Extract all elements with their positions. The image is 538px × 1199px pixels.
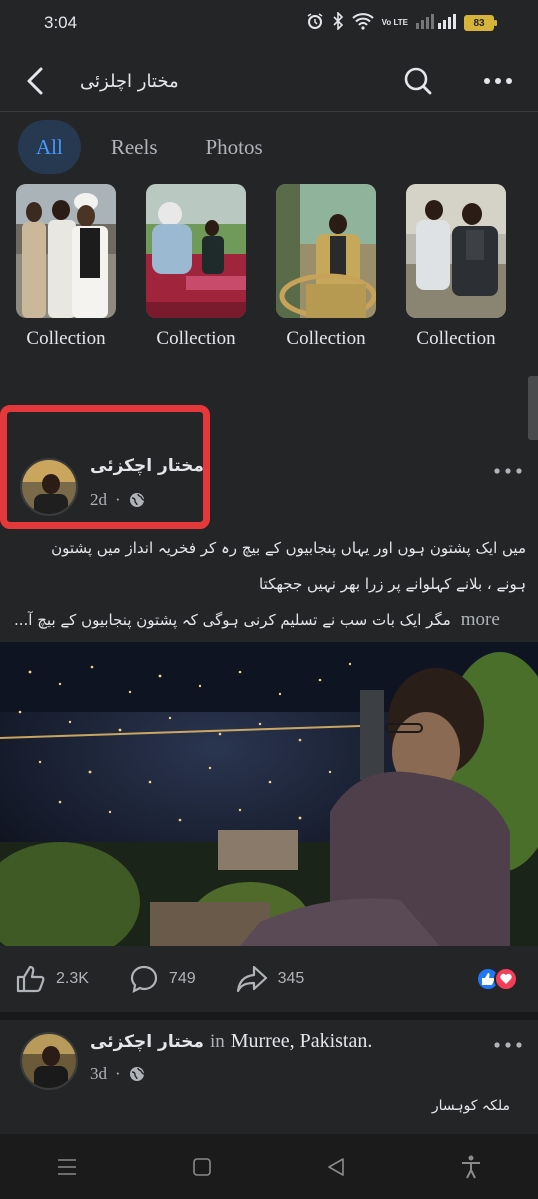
post-text-line-3: مگر ایک بات سب نے تسلیم کرنی ہوگی کہ پشت… (14, 611, 451, 629)
header-actions (378, 52, 538, 110)
thumbs-up-icon (16, 965, 45, 993)
status-time: 3:04 (44, 13, 78, 32)
more-dots-icon (494, 1042, 522, 1048)
comment-button[interactable]: 749 (129, 964, 196, 994)
collection-thumbnail (276, 184, 376, 318)
more-dots-icon (484, 78, 512, 84)
home-button[interactable] (172, 1142, 232, 1192)
collection-label: Collection (286, 328, 366, 349)
status-bar: 3:04 Vo LTE 83 (0, 0, 538, 46)
like-count: 2.3K (56, 970, 89, 987)
globe-icon (129, 1067, 144, 1081)
love-reaction-icon (494, 967, 518, 991)
signal-icon (416, 13, 456, 33)
accessibility-button[interactable] (441, 1142, 501, 1192)
recent-apps-button[interactable] (37, 1142, 97, 1192)
volte-icon: Vo LTE (381, 18, 408, 27)
see-more-link[interactable]: more (461, 602, 500, 638)
post2-title-line: مختار اچکزئی in Murree, Pakistan. (90, 1030, 372, 1053)
post-actions-row: 2.3K 749 345 (0, 958, 538, 1000)
back-triangle-icon (328, 1157, 345, 1176)
post-separator (0, 1012, 538, 1020)
like-button[interactable]: 2.3K (16, 965, 89, 993)
scrollbar-handle[interactable] (528, 376, 538, 440)
collections-row: Collection Collection Collection Collect… (16, 184, 506, 350)
post-text-line: میں ایک پشتون ہوں اور یہاں پنجابیوں کے ب… (51, 539, 526, 557)
collection-thumbnail (16, 184, 116, 318)
tab-photos[interactable]: Photos (188, 120, 281, 174)
back-arrow-icon (27, 67, 43, 95)
page-title: مختار اچلزئی (80, 70, 179, 92)
collection-label: Collection (26, 328, 106, 349)
post-photo[interactable] (0, 642, 538, 946)
post-meta: 3d · (90, 1064, 145, 1084)
share-icon (236, 965, 267, 993)
collection-card[interactable]: Collection (276, 184, 376, 350)
post-options-button[interactable] (488, 1030, 528, 1060)
collection-card[interactable]: Collection (16, 184, 116, 350)
system-back-button[interactable] (306, 1142, 366, 1192)
filter-tabs: All Reels Photos (18, 120, 281, 174)
post-text-line: مگر ایک بات سب نے تسلیم کرنی ہوگی کہ پشت… (14, 602, 526, 638)
share-count: 345 (277, 970, 305, 987)
tab-all[interactable]: All (18, 120, 81, 174)
collection-card[interactable]: Collection (406, 184, 506, 350)
home-square-icon (192, 1157, 211, 1176)
collection-label: Collection (416, 328, 496, 349)
collection-thumbnail (406, 184, 506, 318)
battery-icon: 83 (464, 15, 497, 31)
meta-separator: · (115, 1064, 121, 1083)
post-time: 3d (90, 1064, 107, 1083)
share-button[interactable]: 345 (236, 965, 305, 993)
post-author-name[interactable]: مختار اچکزئی (90, 1032, 204, 1052)
header-divider (0, 111, 538, 112)
back-button[interactable] (0, 52, 70, 110)
search-button[interactable] (378, 52, 458, 110)
location-link[interactable]: Murree, Pakistan. (231, 1030, 373, 1053)
tab-reels[interactable]: Reels (93, 120, 176, 174)
top-app-bar: مختار اچلزئی (0, 52, 538, 110)
in-label: in (209, 1031, 225, 1052)
comment-count: 749 (168, 970, 196, 987)
comment-icon (130, 965, 158, 993)
collection-card[interactable]: Collection (146, 184, 246, 350)
alarm-icon (306, 12, 324, 34)
wifi-icon (351, 12, 374, 34)
highlight-annotation (0, 405, 210, 529)
post-text: ملکہ کوہسار (431, 1098, 510, 1114)
reaction-badges[interactable] (476, 967, 518, 991)
avatar[interactable] (20, 1032, 78, 1090)
collection-thumbnail (146, 184, 246, 318)
more-options-button[interactable] (458, 52, 538, 110)
system-nav-bar (0, 1134, 538, 1199)
post-options-button[interactable] (488, 456, 528, 486)
menu-lines-icon (58, 1158, 77, 1175)
accessibility-icon (461, 1155, 480, 1178)
more-dots-icon (494, 468, 522, 474)
bluetooth-icon (332, 11, 344, 34)
status-icons: Vo LTE 83 (306, 11, 497, 34)
post-text-line: ہونے ، بلانے کہلوانے پر زرا بھر نہیں ججھ… (259, 575, 526, 593)
battery-level: 83 (473, 17, 485, 29)
post-text: میں ایک پشتون ہوں اور یہاں پنجابیوں کے ب… (14, 530, 526, 638)
search-icon (404, 67, 432, 95)
collection-label: Collection (156, 328, 236, 349)
